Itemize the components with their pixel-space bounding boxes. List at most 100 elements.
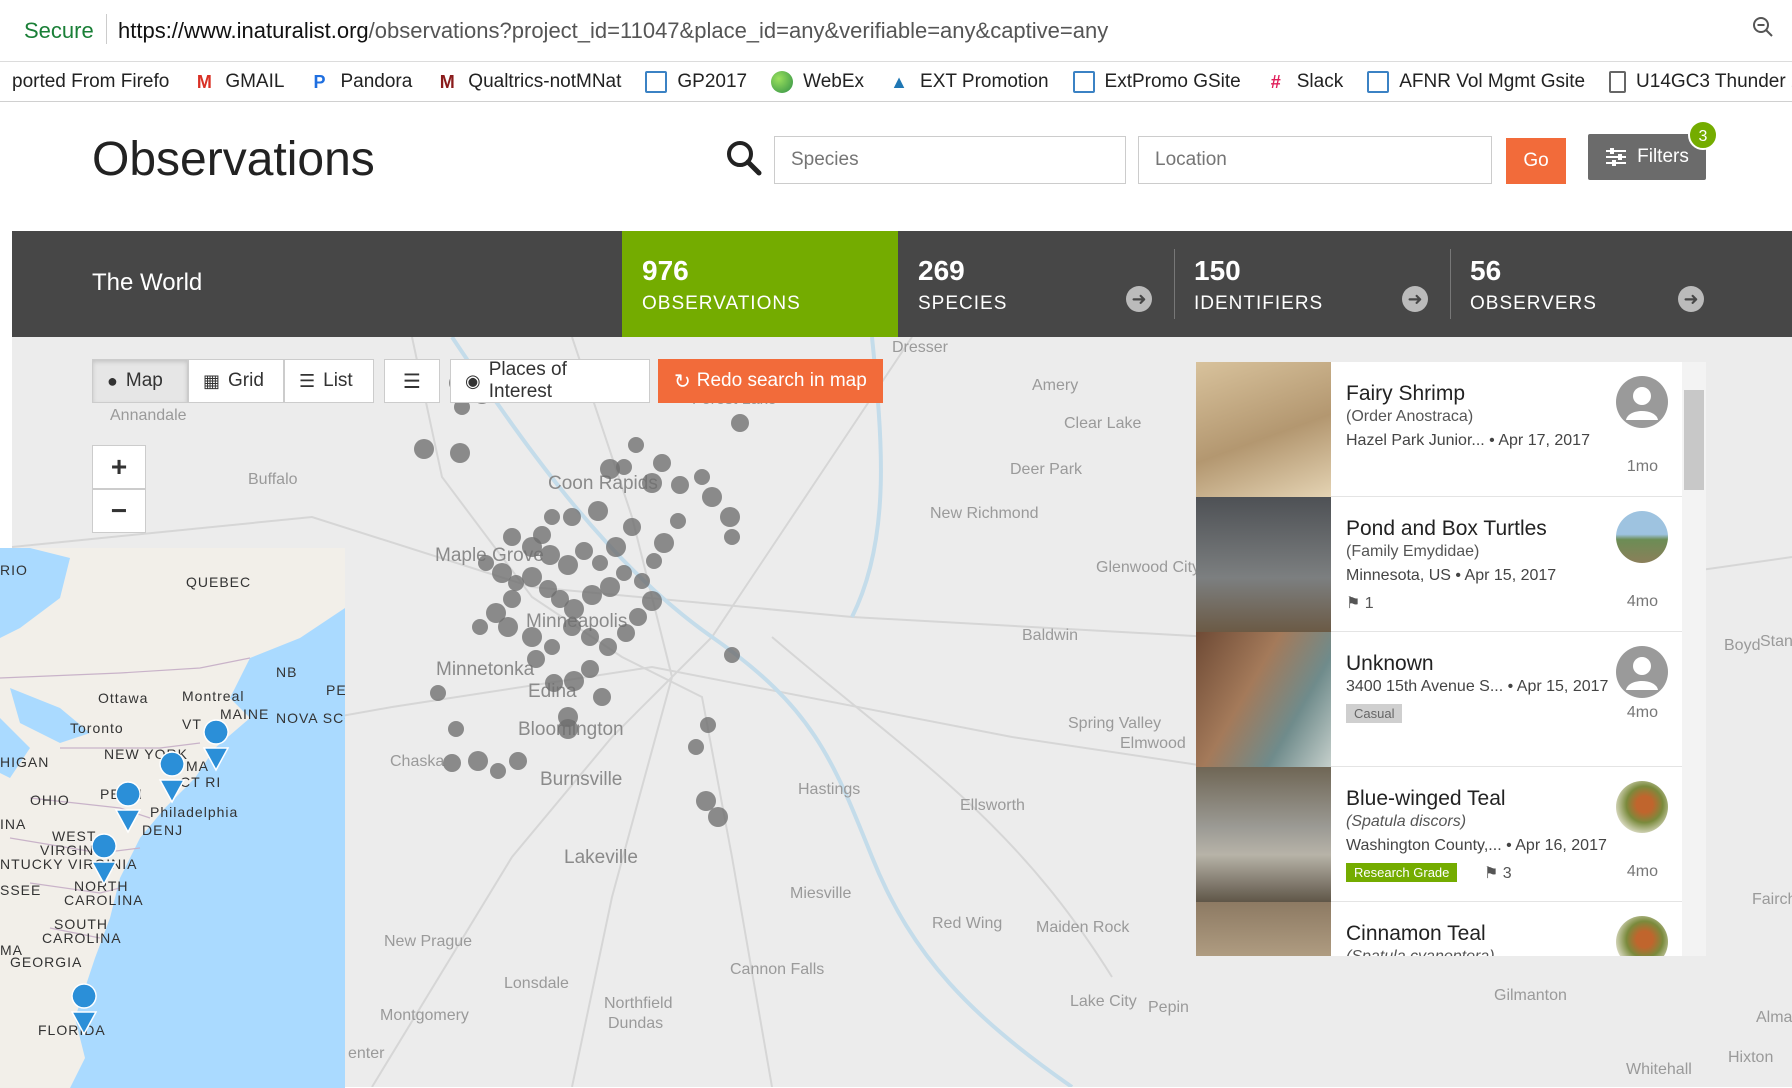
observation-name[interactable]: Blue-winged Teal [1346,787,1506,811]
secure-indicator[interactable]: Secure [24,18,94,44]
observation-marker[interactable] [642,473,662,493]
observation-marker[interactable] [582,585,602,605]
bookmark-gp2017[interactable]: GP2017 [645,70,747,93]
user-avatar[interactable] [1616,916,1668,956]
observation-marker[interactable] [472,619,488,635]
observation-marker[interactable] [545,674,563,692]
arrow-right-icon[interactable]: ➜ [1126,286,1152,312]
observation-marker[interactable] [654,533,674,553]
observation-marker[interactable] [503,590,521,608]
observation-marker[interactable] [558,555,578,575]
grid-view-toggle[interactable]: ▦ Grid [188,359,284,403]
observation-marker[interactable] [468,751,488,771]
observation-marker[interactable] [414,439,434,459]
zoom-icon[interactable] [1752,16,1774,45]
default-user-icon[interactable] [1616,646,1668,698]
observation-marker[interactable] [450,443,470,463]
tab-identifiers[interactable]: 150 IDENTIFIERS ➜ [1174,231,1450,337]
observation-marker[interactable] [642,591,662,611]
observation-marker[interactable] [581,660,599,678]
tab-observers[interactable]: 56 OBSERVERS ➜ [1450,231,1726,337]
observation-marker[interactable] [527,650,545,668]
observation-marker[interactable] [522,537,542,557]
list-item[interactable]: Fairy Shrimp (Order Anostraca) Hazel Par… [1196,362,1682,497]
observation-marker[interactable] [564,599,584,619]
list-item[interactable]: Cinnamon Teal (Spatula cyanoptera) [1196,902,1682,956]
default-user-icon[interactable] [1616,376,1668,428]
observation-photo[interactable] [1196,902,1331,956]
redo-search-button[interactable]: ↻ Redo search in map [658,359,883,403]
bookmark-qualtrics[interactable]: M Qualtrics-notMNat [436,71,622,93]
inset-markers[interactable] [0,548,345,1088]
list-scrollbar-thumb[interactable] [1684,390,1704,490]
bookmark-imported[interactable]: ported From Firefo [12,71,169,93]
observation-marker[interactable] [702,487,722,507]
bookmark-afnr[interactable]: AFNR Vol Mgmt Gsite [1367,70,1585,93]
place-name[interactable]: The World [92,269,202,297]
observation-marker[interactable] [563,618,581,636]
observation-name[interactable]: Cinnamon Teal [1346,922,1486,946]
bookmark-extpromo-gsite[interactable]: ExtPromo GSite [1072,70,1241,93]
observation-marker[interactable] [629,608,647,626]
bookmark-ext-promotion[interactable]: ▲ EXT Promotion [888,71,1048,93]
places-of-interest-button[interactable]: ◉ Places of Interest [450,359,650,403]
observation-marker[interactable] [575,542,593,560]
layers-button[interactable]: ☰ [384,359,440,403]
observation-marker[interactable] [708,807,728,827]
observation-marker[interactable] [616,565,632,581]
observation-marker[interactable] [720,507,740,527]
arrow-right-icon[interactable]: ➜ [1402,286,1428,312]
observation-marker[interactable] [646,553,662,569]
observation-list[interactable]: Fairy Shrimp (Order Anostraca) Hazel Par… [1196,362,1682,956]
observation-name[interactable]: Fairy Shrimp [1346,382,1465,406]
observation-marker[interactable] [623,518,641,536]
observation-marker[interactable] [564,671,584,691]
bookmark-pandora[interactable]: P Pandora [308,71,412,93]
observation-marker[interactable] [724,529,740,545]
list-view-toggle[interactable]: ☰ List [284,359,374,403]
observation-marker[interactable] [670,513,686,529]
species-input[interactable] [774,136,1126,184]
observation-photo[interactable] [1196,632,1331,767]
observation-name[interactable]: Unknown [1346,652,1434,676]
observation-marker[interactable] [544,639,560,655]
observation-marker[interactable] [509,752,527,770]
observation-marker[interactable] [522,627,542,647]
observation-marker[interactable] [593,688,611,706]
observation-marker[interactable] [540,545,560,565]
observation-marker[interactable] [599,638,617,656]
observation-marker[interactable] [700,717,716,733]
observation-marker[interactable] [694,469,710,485]
observation-marker[interactable] [498,617,518,637]
arrow-right-icon[interactable]: ➜ [1678,286,1704,312]
zoom-out-button[interactable]: − [92,489,146,533]
location-input[interactable] [1138,136,1492,184]
list-item[interactable]: Unknown 3400 15th Avenue S... • Apr 15, … [1196,632,1682,767]
observation-photo[interactable] [1196,362,1331,497]
observation-marker[interactable] [688,739,704,755]
inset-map[interactable]: QUEBEC Ottawa Montreal Toronto NEW YORK … [0,548,345,1088]
observation-marker[interactable] [653,454,671,472]
user-avatar[interactable] [1616,781,1668,833]
observation-marker[interactable] [448,721,464,737]
url-text[interactable]: https://www.inaturalist.org/observations… [118,18,1108,44]
observation-marker[interactable] [600,577,620,597]
observation-marker[interactable] [503,528,521,546]
observation-marker[interactable] [617,624,635,642]
observation-marker[interactable] [581,628,599,646]
tab-species[interactable]: 269 SPECIES ➜ [898,231,1174,337]
bookmark-webex[interactable]: WebEx [771,70,864,93]
go-button[interactable]: Go [1506,138,1566,184]
observation-marker[interactable] [592,555,608,571]
observation-marker[interactable] [490,763,506,779]
user-avatar[interactable] [1616,511,1668,563]
observation-photo[interactable] [1196,497,1331,632]
observation-marker[interactable] [563,508,581,526]
observation-marker[interactable] [606,537,626,557]
observation-marker[interactable] [731,414,749,432]
observation-marker[interactable] [430,685,446,701]
tab-observations[interactable]: 976 OBSERVATIONS [622,231,898,337]
search-icon[interactable] [726,140,766,180]
observation-marker[interactable] [544,509,560,525]
observation-marker[interactable] [600,459,620,479]
